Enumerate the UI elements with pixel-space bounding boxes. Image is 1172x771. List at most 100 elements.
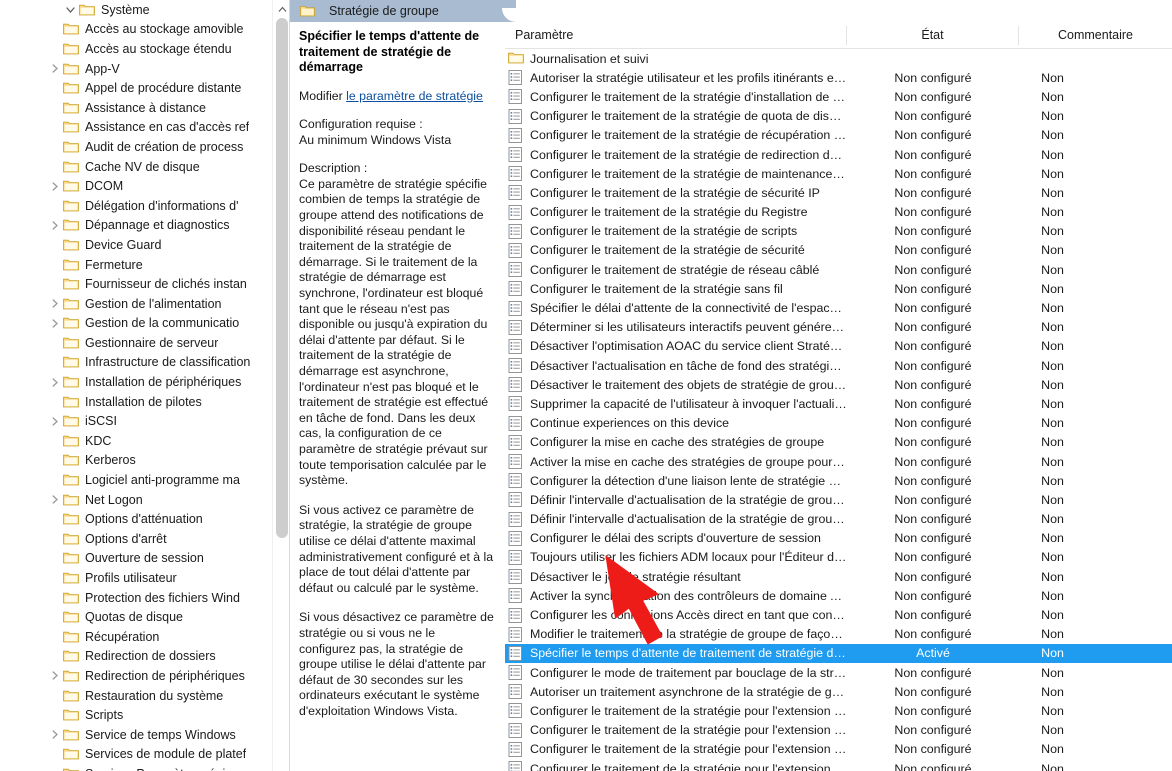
chevron-right-icon[interactable] [46,495,63,504]
table-row[interactable]: Configurer la mise en cache des stratégi… [505,433,1172,452]
table-row[interactable]: Configurer le délai des scripts d'ouvert… [505,529,1172,548]
tree-item[interactable]: Services Paramètres régionau [0,764,272,771]
tree-item[interactable]: Installation de pilotes [0,392,272,412]
tree-item[interactable]: App-V [0,59,272,79]
chevron-right-icon[interactable] [46,417,63,426]
table-row[interactable]: Définir l'intervalle d'actualisation de … [505,510,1172,529]
tree-item[interactable]: Délégation d'informations d' [0,196,272,216]
table-row[interactable]: Configurer le traitement de la stratégie… [505,279,1172,298]
table-row[interactable]: Journalisation et suivi [505,49,1172,68]
tree-item[interactable]: Ouverture de session [0,549,272,569]
table-row[interactable]: Désactiver l'optimisation AOAC du servic… [505,337,1172,356]
tree-item[interactable]: Appel de procédure distante [0,78,272,98]
table-row[interactable]: Configurer le traitement de la stratégie… [505,203,1172,222]
table-row[interactable]: Configurer le traitement de la stratégie… [505,145,1172,164]
table-row[interactable]: Activer la mise en cache des stratégies … [505,452,1172,471]
chevron-right-icon[interactable] [46,671,63,680]
chevron-right-icon[interactable] [46,64,63,73]
table-row[interactable]: Déterminer si les utilisateurs interacti… [505,318,1172,337]
tree-item[interactable]: Restauration du système [0,686,272,706]
tree-item[interactable]: Service de temps Windows [0,725,272,745]
tree-item[interactable]: iSCSI [0,411,272,431]
table-row[interactable]: Autoriser la stratégie utilisateur et le… [505,68,1172,87]
tree-item[interactable]: Redirection de dossiers [0,647,272,667]
tree-item[interactable]: Kerberos [0,451,272,471]
tree-item[interactable]: Installation de périphériques [0,372,272,392]
table-row[interactable]: Configurer le traitement de la stratégie… [505,87,1172,106]
table-row[interactable]: Toujours utiliser les fichiers ADM locau… [505,548,1172,567]
tree-item[interactable]: Options d'arrêt [0,529,272,549]
table-row[interactable]: Configurer les connexions Accès direct e… [505,605,1172,624]
tree-vertical-scrollbar[interactable] [272,0,290,771]
tree-item[interactable]: Scripts [0,705,272,725]
table-row[interactable]: Activer la synchronisation des contrôleu… [505,586,1172,605]
column-header-state[interactable]: État [847,26,1019,45]
tree-item[interactable]: Fournisseur de clichés instan [0,274,272,294]
table-row[interactable]: Désactiver l'actualisation en tâche de f… [505,356,1172,375]
navigation-tree[interactable]: SystèmeAccès au stockage amovibleAccès a… [0,0,272,771]
tree-item[interactable]: Redirection de périphériques [0,666,272,686]
tree-item[interactable]: Assistance à distance [0,98,272,118]
table-row[interactable]: Configurer le traitement de la stratégie… [505,759,1172,771]
tree-item[interactable]: Système [0,0,272,20]
table-row[interactable]: Désactiver le traitement des objets de s… [505,375,1172,394]
table-row[interactable]: Spécifier le délai d'attente de la conne… [505,298,1172,317]
table-row[interactable]: Configurer le mode de traitement par bou… [505,663,1172,682]
table-row[interactable]: Configurer le traitement de la stratégie… [505,222,1172,241]
tree-item[interactable]: DCOM [0,176,272,196]
tree-item[interactable]: Gestionnaire de serveur [0,333,272,353]
tree-item[interactable]: Accès au stockage amovible [0,20,272,40]
tree-item[interactable]: Assistance en cas d'accès ref [0,118,272,138]
cell-setting-name: Journalisation et suivi [505,51,847,66]
tree-item[interactable]: Net Logon [0,490,272,510]
table-row[interactable]: Autoriser un traitement asynchrone de la… [505,682,1172,701]
tree-item[interactable]: Infrastructure de classification [0,353,272,373]
tree-item[interactable]: Logiciel anti-programme ma [0,470,272,490]
chevron-right-icon[interactable] [46,730,63,739]
tree-item[interactable]: Device Guard [0,235,272,255]
tree-item[interactable]: Services de module de platef [0,745,272,765]
scroll-up-icon[interactable] [273,0,290,18]
chevron-right-icon[interactable] [46,299,63,308]
table-row[interactable]: Configurer le traitement de la stratégie… [505,721,1172,740]
tree-item[interactable]: Options d'atténuation [0,509,272,529]
tree-item[interactable]: Audit de création de process [0,137,272,157]
table-row[interactable]: Configurer le traitement de stratégie de… [505,260,1172,279]
policy-icon [508,435,524,450]
tab-strategie-de-groupe[interactable]: Stratégie de groupe [290,0,502,22]
modify-policy-link[interactable]: le paramètre de stratégie [346,89,483,103]
tree-item[interactable]: Quotas de disque [0,607,272,627]
tree-item[interactable]: Fermeture [0,255,272,275]
table-row[interactable]: Supprimer la capacité de l'utilisateur à… [505,394,1172,413]
tree-item[interactable]: Accès au stockage étendu [0,39,272,59]
tree-item[interactable]: Gestion de la communicatio [0,314,272,334]
table-row[interactable]: Continue experiences on this deviceNon c… [505,414,1172,433]
table-row[interactable]: Définir l'intervalle d'actualisation de … [505,490,1172,509]
tree-item[interactable]: Gestion de l'alimentation [0,294,272,314]
table-row[interactable]: Configurer le traitement de la stratégie… [505,183,1172,202]
chevron-right-icon[interactable] [46,319,63,328]
table-row[interactable]: Configurer le traitement de la stratégie… [505,107,1172,126]
chevron-right-icon[interactable] [46,182,63,191]
table-row[interactable]: Modifier le traitement de la stratégie d… [505,625,1172,644]
tree-item[interactable]: Récupération [0,627,272,647]
scrollbar-thumb[interactable] [276,18,288,538]
column-header-comment[interactable]: Commentaire [1019,26,1172,45]
table-row[interactable]: Configurer la détection d'une liaison le… [505,471,1172,490]
table-row-selected[interactable]: Spécifier le temps d'attente de traiteme… [505,644,1172,663]
table-row[interactable]: Configurer le traitement de la stratégie… [505,701,1172,720]
chevron-down-icon[interactable] [62,6,79,14]
tree-item[interactable]: KDC [0,431,272,451]
chevron-right-icon[interactable] [46,378,63,387]
column-header-setting[interactable]: Paramètre [505,26,847,45]
tree-item[interactable]: Cache NV de disque [0,157,272,177]
table-row[interactable]: Configurer le traitement de la stratégie… [505,126,1172,145]
tree-item[interactable]: Protection des fichiers Wind [0,588,272,608]
tree-item[interactable]: Profils utilisateur [0,568,272,588]
table-row[interactable]: Configurer le traitement de la stratégie… [505,164,1172,183]
tree-item[interactable]: Dépannage et diagnostics [0,216,272,236]
chevron-right-icon[interactable] [46,221,63,230]
table-row[interactable]: Configurer le traitement de la stratégie… [505,740,1172,759]
table-row[interactable]: Configurer le traitement de la stratégie… [505,241,1172,260]
table-row[interactable]: Désactiver le jeu de stratégie résultant… [505,567,1172,586]
